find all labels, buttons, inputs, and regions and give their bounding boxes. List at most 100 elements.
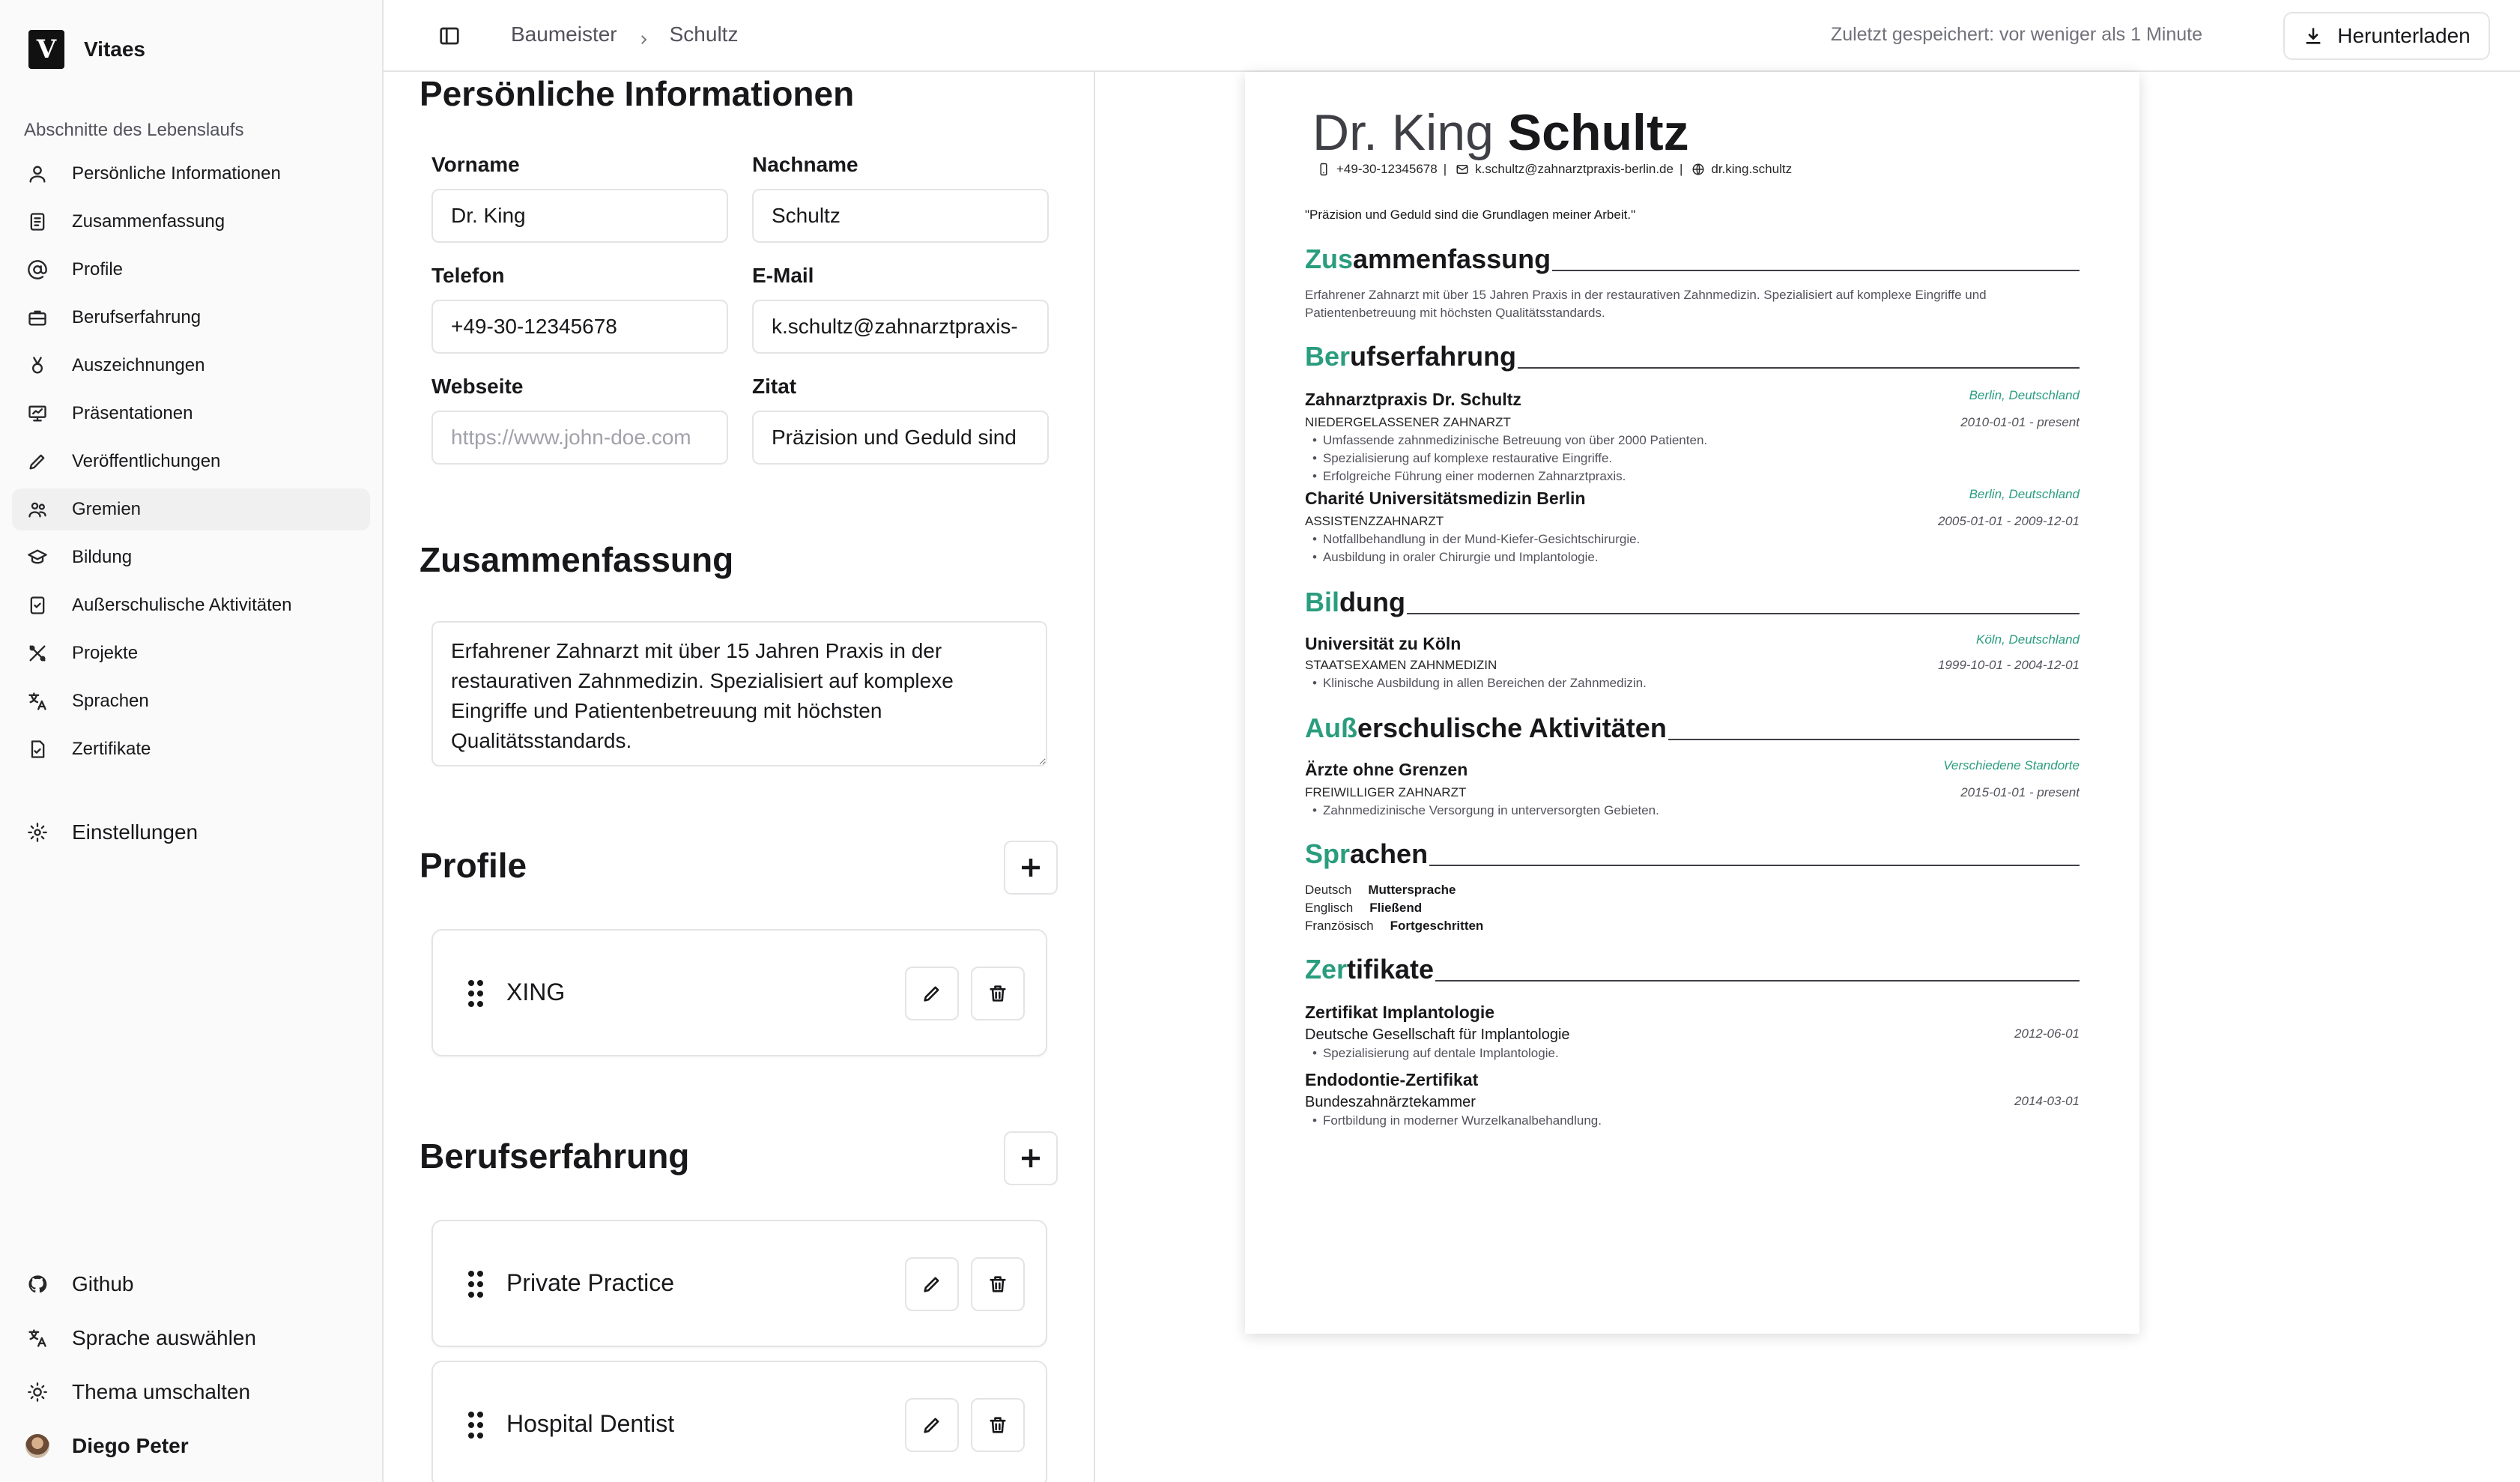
- last-name-label: Nachname: [752, 153, 858, 176]
- first-name-field[interactable]: [431, 189, 728, 243]
- drag-handle-icon[interactable]: [467, 1269, 484, 1303]
- delete-experience-button[interactable]: [971, 1398, 1025, 1452]
- pencil-icon: [25, 450, 49, 474]
- resume-role: Assistenzzahnarzt: [1305, 514, 1444, 528]
- sidebar-item-label: Persönliche Informationen: [72, 163, 281, 184]
- sidebar-item-experience[interactable]: Berufserfahrung: [12, 297, 370, 339]
- quote-field[interactable]: [752, 411, 1049, 465]
- resume-dates: 2005-01-01 - 2009-12-01: [1937, 514, 2080, 528]
- resume-section-experience: Berufserfahrung: [1305, 340, 2080, 370]
- experience-name: Private Practice: [506, 1269, 675, 1296]
- sidebar-item-committees[interactable]: Gremien: [12, 489, 370, 530]
- add-experience-button[interactable]: [1004, 1131, 1058, 1185]
- sidebar-item-personal[interactable]: Persönliche Informationen: [12, 153, 370, 195]
- sidebar-item-label: Zertifikate: [72, 739, 151, 759]
- language-select[interactable]: Sprache auswählen: [12, 1317, 370, 1359]
- chevron-right-icon: [637, 28, 650, 44]
- section-rule: [1429, 865, 2080, 866]
- resume-dates: 2010-01-01 - present: [1960, 415, 2080, 429]
- avatar: [25, 1434, 49, 1458]
- panel-left-icon: [440, 27, 459, 45]
- trash-icon: [990, 1417, 1006, 1433]
- profile-name: XING: [506, 979, 566, 1005]
- profiles-title: Profile: [420, 846, 527, 885]
- website-field[interactable]: [431, 411, 728, 465]
- first-name-label: Vorname: [431, 153, 520, 176]
- resume-location: Verschiedene Standorte: [1943, 758, 2080, 772]
- edit-experience-button[interactable]: [905, 1257, 959, 1311]
- user-menu[interactable]: Diego Peter: [12, 1425, 370, 1467]
- breadcrumb: Baumeister Schultz: [511, 22, 738, 46]
- languages-icon: [25, 689, 49, 713]
- resume-website[interactable]: dr.king.schultz: [1711, 162, 1792, 177]
- theme-toggle[interactable]: Thema umschalten: [12, 1371, 370, 1413]
- briefcase-icon: [25, 306, 49, 330]
- resume-location: Köln, Deutschland: [1976, 632, 2080, 647]
- edit-experience-button[interactable]: [905, 1398, 959, 1452]
- resume-section-certificates: Zertifikate: [1305, 953, 2080, 983]
- github-link[interactable]: Github: [12, 1263, 370, 1305]
- summary-textarea[interactable]: Erfahrener Zahnarzt mit über 15 Jahren P…: [431, 621, 1047, 766]
- github-icon: [25, 1272, 49, 1296]
- resume-certificate-issuer: Deutsche Gesellschaft für Implantologie: [1305, 1026, 1570, 1043]
- sidebar-toggle-button[interactable]: [434, 21, 464, 51]
- mail-icon: [1456, 165, 1468, 174]
- section-rule: [1435, 980, 2080, 982]
- resume-org: Zahnarztpraxis Dr. Schultz: [1305, 390, 1521, 409]
- profile-card: XING: [431, 929, 1047, 1056]
- resume-certificate-name: Zertifikat Implantologie: [1305, 1002, 1495, 1022]
- plus-icon: [1022, 859, 1040, 877]
- resume-first-name: Dr. King: [1312, 104, 1494, 161]
- resume-location: Berlin, Deutschland: [1969, 487, 2080, 501]
- resume-role: Staatsexamen Zahnmedizin: [1305, 658, 1497, 672]
- resume-quote: "Präzision und Geduld sind die Grundlage…: [1305, 208, 1636, 222]
- email-field[interactable]: [752, 300, 1049, 354]
- gear-icon: [25, 820, 49, 844]
- certificate-icon: [25, 737, 49, 761]
- download-button[interactable]: Herunterladen: [2283, 12, 2490, 60]
- drag-handle-icon[interactable]: [467, 1410, 484, 1444]
- delete-profile-button[interactable]: [971, 967, 1025, 1020]
- brand[interactable]: V Vitaes: [28, 30, 145, 69]
- phone-field[interactable]: [431, 300, 728, 354]
- drag-handle-icon[interactable]: [467, 979, 484, 1012]
- github-label: Github: [72, 1272, 134, 1295]
- sidebar-section-label: Abschnitte des Lebenslaufs: [24, 120, 244, 140]
- resume-bullet: Fortbildung in moderner Wurzelkanalbehan…: [1312, 1113, 1602, 1128]
- sidebar-item-profiles[interactable]: Profile: [12, 249, 370, 291]
- delete-experience-button[interactable]: [971, 1257, 1025, 1311]
- sidebar-item-label: Veröffentlichungen: [72, 451, 221, 471]
- last-name-field[interactable]: [752, 189, 1049, 243]
- sidebar-item-presentations[interactable]: Präsentationen: [12, 393, 370, 435]
- resume-language: Deutsch Muttersprache: [1305, 883, 1456, 898]
- user-name: Diego Peter: [72, 1434, 189, 1457]
- add-profile-button[interactable]: [1004, 841, 1058, 895]
- sidebar-item-settings[interactable]: Einstellungen: [12, 811, 370, 853]
- sidebar-item-education[interactable]: Bildung: [12, 536, 370, 578]
- edit-profile-button[interactable]: [905, 967, 959, 1020]
- section-rest: ammenfassung: [1353, 244, 1551, 274]
- section-rule: [1668, 739, 2080, 740]
- quote-label: Zitat: [752, 375, 797, 398]
- contact-separator: |: [1443, 162, 1447, 176]
- sidebar-item-languages[interactable]: Sprachen: [12, 680, 370, 722]
- resume-phone: +49-30-12345678: [1336, 162, 1438, 176]
- resume-certificate-issuer: Bundeszahnärztekammer: [1305, 1094, 1476, 1110]
- sidebar-item-certificates[interactable]: Zertifikate: [12, 728, 370, 770]
- sidebar-item-awards[interactable]: Auszeichnungen: [12, 345, 370, 387]
- sidebar-item-publications[interactable]: Veröffentlichungen: [12, 441, 370, 483]
- breadcrumb-item[interactable]: Baumeister: [511, 22, 617, 46]
- topbar: Baumeister Schultz Zuletzt gespeichert: …: [384, 0, 2520, 72]
- sidebar-item-projects[interactable]: Projekte: [12, 632, 370, 674]
- website-label: Webseite: [431, 375, 524, 398]
- settings-label: Einstellungen: [72, 820, 199, 844]
- resume-org: Universität zu Köln: [1305, 634, 1462, 653]
- sidebar-item-label: Außerschulische Aktivitäten: [72, 595, 292, 615]
- download-label: Herunterladen: [2337, 24, 2471, 47]
- sidebar-item-summary[interactable]: Zusammenfassung: [12, 201, 370, 243]
- phone-label: Telefon: [431, 264, 505, 287]
- download-icon: [2306, 28, 2321, 44]
- resume-email[interactable]: k.schultz@zahnarztpraxis-berlin.de: [1475, 162, 1674, 177]
- sidebar-item-activities[interactable]: Außerschulische Aktivitäten: [12, 584, 370, 626]
- resume-section-summary: Zusammenfassung: [1305, 243, 2080, 273]
